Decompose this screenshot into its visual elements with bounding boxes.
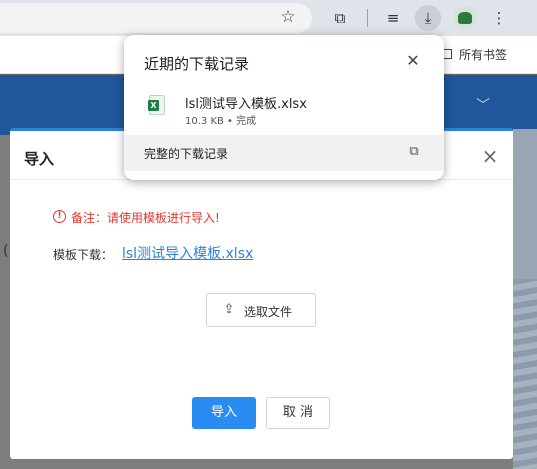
excel-badge-icon: X (148, 100, 159, 111)
download-file-name[interactable]: lsl测试导入模板.xlsx (185, 93, 307, 112)
close-icon[interactable]: ✕ (402, 50, 424, 72)
downloads-title: 近期的下载记录 (144, 55, 250, 73)
address-bar[interactable] (0, 3, 312, 33)
pick-file-label: 选取文件 (244, 305, 293, 319)
import-button[interactable]: 导入 (192, 397, 256, 429)
pick-file-button[interactable]: ⇪ 选取文件 (206, 293, 316, 327)
warning-icon: ! (53, 210, 66, 223)
template-download-link[interactable]: lsl测试导入模板.xlsx (122, 243, 253, 263)
chevron-down-icon[interactable]: ﹀ (476, 95, 490, 115)
page-side-panel (513, 129, 537, 469)
full-history-label: 完整的下载记录 (144, 147, 229, 161)
page-content-fragment: ( (3, 243, 9, 259)
cancel-button[interactable]: 取 消 (266, 397, 330, 429)
media-queue-icon[interactable]: ≡ (380, 5, 406, 31)
download-file-meta: 10.3 KB • 完成 (185, 116, 257, 127)
open-external-icon: ⧉ (409, 144, 419, 159)
dialog-title: 导入 (24, 150, 55, 168)
upload-icon: ⇪ (223, 302, 235, 317)
download-icon[interactable]: ⤓ (415, 5, 441, 31)
template-label: 模板下载： (53, 248, 114, 262)
all-bookmarks-link[interactable]: 所有书签 (459, 46, 507, 63)
star-icon[interactable]: ☆ (277, 6, 299, 28)
toolbar-divider (367, 9, 368, 27)
browser-toolbar: ☆ ⧉ ≡ ⤓ ⋮ (0, 0, 537, 36)
more-menu-icon[interactable]: ⋮ (486, 5, 512, 31)
extension-icon[interactable]: ⧉ (327, 5, 353, 31)
excel-file-icon: X (148, 95, 165, 115)
close-icon[interactable]: × (480, 146, 500, 166)
full-history-row[interactable]: 完整的下载记录 ⧉ (124, 135, 444, 171)
downloads-bubble: 近期的下载记录 ✕ X lsl测试导入模板.xlsx 10.3 KB • 完成 … (124, 35, 444, 180)
profile-avatar[interactable] (454, 6, 476, 28)
warning-text: 备注：请使用模板进行导入! (71, 211, 220, 225)
